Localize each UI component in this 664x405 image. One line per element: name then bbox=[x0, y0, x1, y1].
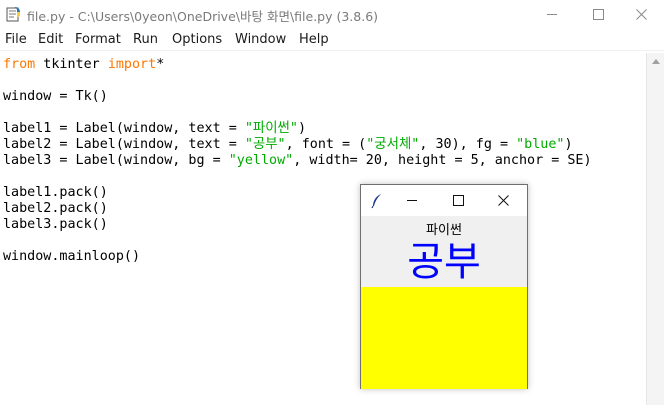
code-string: "궁서체" bbox=[366, 137, 420, 152]
tk-minimize-button[interactable] bbox=[392, 185, 432, 216]
code-token: label1.pack() bbox=[3, 185, 108, 200]
menu-run[interactable]: Run bbox=[133, 32, 158, 47]
window-title: file.py - C:\Users\0yeon\OneDrive\바탕 화면\… bbox=[27, 9, 379, 24]
minimize-button[interactable] bbox=[529, 0, 575, 28]
tk-label1: 파이썬 bbox=[426, 223, 462, 238]
code-token: ) bbox=[297, 121, 307, 136]
menu-file[interactable]: File bbox=[5, 32, 27, 47]
code-token: label3.pack() bbox=[3, 217, 108, 232]
code-token: label2 = Label(window, text = bbox=[3, 137, 245, 152]
close-icon bbox=[635, 8, 647, 20]
minimize-icon bbox=[546, 13, 557, 15]
code-token: window = Tk() bbox=[3, 89, 108, 104]
code-token: tkinter bbox=[35, 57, 108, 72]
code-line: label2 = Label(window, text = "공부", font… bbox=[3, 137, 592, 153]
menu-format[interactable]: Format bbox=[75, 32, 121, 47]
tk-maximize-button[interactable] bbox=[438, 185, 478, 216]
minimize-icon bbox=[406, 200, 417, 201]
menu-options[interactable]: Options bbox=[172, 32, 222, 47]
code-token: window.mainloop() bbox=[3, 249, 141, 264]
menu-help[interactable]: Help bbox=[299, 32, 329, 47]
code-line: label3 = Label(window, bg = "yellow", wi… bbox=[3, 153, 592, 169]
vertical-scrollbar[interactable] bbox=[646, 53, 664, 405]
code-string: "파이썬" bbox=[244, 121, 298, 136]
code-string: "blue" bbox=[516, 137, 565, 152]
code-token: label1 = Label(window, text = bbox=[3, 121, 245, 136]
menu-bar: File Edit Format Run Options Window Help bbox=[0, 29, 664, 51]
code-token: * bbox=[156, 57, 165, 72]
code-token: label2.pack() bbox=[3, 201, 108, 216]
tk-label3-yellow bbox=[361, 287, 527, 389]
code-token: ) bbox=[564, 137, 573, 152]
code-string: "yellow" bbox=[228, 153, 294, 168]
python-idle-icon bbox=[6, 7, 20, 22]
maximize-icon bbox=[592, 8, 604, 20]
maximize-button[interactable] bbox=[575, 0, 621, 28]
code-token: , font = ( bbox=[285, 137, 367, 152]
tk-feather-icon bbox=[371, 194, 381, 209]
code-token: label3 = Label(window, bg = bbox=[3, 153, 229, 168]
code-token: , 30), fg = bbox=[419, 137, 517, 152]
title-bar: file.py - C:\Users\0yeon\OneDrive\바탕 화면\… bbox=[0, 0, 664, 28]
code-editor[interactable]: from tkinter import* window = Tk() label… bbox=[0, 53, 646, 405]
maximize-icon bbox=[452, 195, 464, 206]
menu-edit[interactable]: Edit bbox=[38, 32, 63, 47]
tk-close-button[interactable] bbox=[483, 185, 523, 216]
code-keyword: import bbox=[107, 57, 157, 72]
scroll-up-arrow-icon[interactable] bbox=[647, 53, 664, 70]
code-keyword: from bbox=[3, 57, 36, 72]
close-button[interactable] bbox=[618, 0, 664, 28]
code-string: "공부" bbox=[244, 137, 286, 152]
tk-label2: 공부 bbox=[407, 239, 481, 285]
code-line: window = Tk() bbox=[3, 89, 592, 105]
code-line: label1 = Label(window, text = "파이썬") bbox=[3, 121, 592, 137]
tk-title-bar bbox=[361, 185, 527, 216]
code-token: , width= 20, height = 5, anchor = SE) bbox=[293, 153, 592, 168]
code-line: from tkinter import* bbox=[3, 57, 592, 73]
tk-window[interactable]: 파이썬 공부 bbox=[360, 184, 528, 389]
menu-window[interactable]: Window bbox=[235, 32, 286, 47]
close-icon bbox=[497, 195, 509, 206]
